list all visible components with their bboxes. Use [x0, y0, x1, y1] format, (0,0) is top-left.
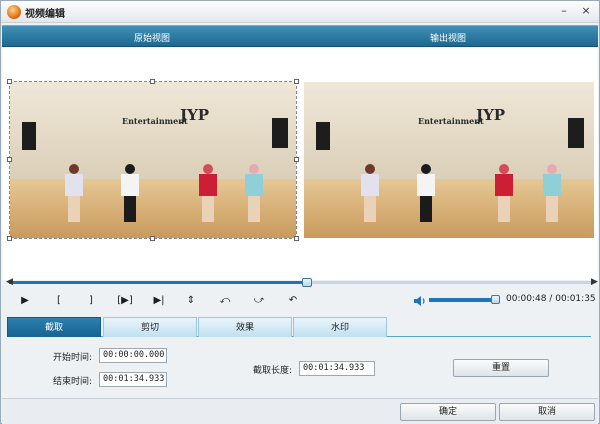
crop-handle[interactable]	[294, 79, 299, 84]
play-button[interactable]: ▶	[17, 294, 33, 308]
trim-end-marker[interactable]: ▶	[591, 277, 598, 288]
end-time-field[interactable]: 00:01:34.933	[99, 372, 167, 387]
time-display: 00:00:48 / 00:01:35	[506, 294, 596, 304]
volume-slider[interactable]	[429, 295, 500, 304]
seek-bar[interactable]: ◀ ▶	[6, 277, 598, 288]
end-time-label: 结束时间:	[53, 377, 93, 387]
crop-handle[interactable]	[294, 157, 299, 162]
trim-panel: 开始时间: 00:00:00.000 结束时间: 00:01:34.933 截取…	[7, 337, 591, 397]
tab-effect[interactable]: 效果	[198, 317, 292, 337]
reset-button[interactable]: 重置	[453, 359, 549, 377]
seek-handle[interactable]	[301, 278, 312, 287]
close-button[interactable]: ×	[578, 4, 594, 18]
current-time: 00:00:48	[506, 294, 547, 304]
dialog-footer: 确定 取消	[2, 398, 598, 424]
original-view-label: 原始视图	[134, 34, 171, 44]
crop-handle[interactable]	[150, 79, 155, 84]
dancer	[542, 164, 562, 222]
edit-tabs: 截取 剪切 效果 水印	[7, 317, 591, 337]
trim-length-label: 截取长度:	[253, 366, 293, 376]
cancel-button[interactable]: 取消	[499, 403, 595, 421]
play-selection-button[interactable]: [▶]	[117, 294, 133, 308]
view-header-bar: 原始视图 输出视图	[2, 25, 598, 47]
tab-cut[interactable]: 剪切	[103, 317, 197, 337]
volume-level	[429, 298, 496, 302]
rotate-right-button[interactable]: ⤻	[251, 294, 267, 308]
output-video-frame: JYP Entertainment	[304, 82, 594, 238]
dancer	[416, 164, 436, 222]
crop-handle[interactable]	[7, 236, 12, 241]
set-end-button[interactable]: ]	[83, 294, 99, 308]
crop-box[interactable]	[7, 79, 299, 241]
output-view-label: 输出视图	[430, 34, 467, 44]
seek-progress	[9, 281, 307, 284]
crop-handle[interactable]	[7, 79, 12, 84]
app-icon	[7, 5, 21, 19]
total-time: 00:01:35	[555, 294, 596, 304]
minimize-button[interactable]: –	[556, 4, 572, 18]
title-bar[interactable]: 视频编辑 – ×	[1, 1, 599, 23]
ok-button[interactable]: 确定	[400, 403, 496, 421]
dancer	[494, 164, 514, 222]
rotate-left-button[interactable]: ⤺	[217, 294, 233, 308]
tab-watermark[interactable]: 水印	[293, 317, 387, 337]
undo-button[interactable]: ↶	[285, 294, 301, 308]
crop-handle[interactable]	[294, 236, 299, 241]
crop-handle[interactable]	[7, 157, 12, 162]
trim-start-marker[interactable]: ◀	[6, 277, 13, 288]
video-edit-window: 视频编辑 – × 原始视图 输出视图 JYP Entertainment JYP…	[0, 0, 600, 424]
output-logo-sub: Entertainment	[418, 116, 484, 126]
start-time-field[interactable]: 00:00:00.000	[99, 348, 167, 363]
start-time-label: 开始时间:	[53, 353, 93, 363]
volume-handle[interactable]	[490, 295, 500, 304]
tab-crop[interactable]: 截取	[7, 317, 101, 337]
crop-handle[interactable]	[150, 236, 155, 241]
time-separator: /	[549, 294, 553, 304]
preview-area: JYP Entertainment JYP Entertainment	[2, 48, 598, 280]
dancer	[360, 164, 380, 222]
flip-vertical-button[interactable]: ⇕	[183, 294, 199, 308]
volume-icon[interactable]	[413, 295, 427, 307]
set-start-button[interactable]: [	[51, 294, 67, 308]
next-frame-button[interactable]: ▶|	[151, 294, 167, 308]
trim-length-field[interactable]: 00:01:34.933	[299, 361, 375, 376]
window-title: 视频编辑	[25, 9, 65, 20]
